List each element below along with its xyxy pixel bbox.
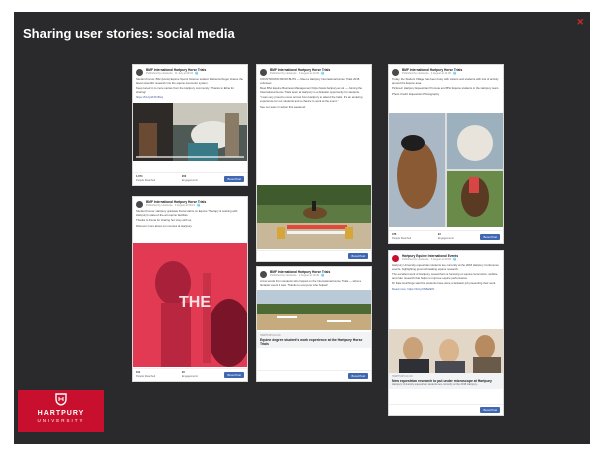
- video-thumbnail: [133, 102, 247, 161]
- post-meta: Published by Hootsuite · 3 August at 09:…: [146, 204, 201, 207]
- post-footer: Boost Post: [257, 370, 371, 381]
- post-meta: Published by Hootsuite · 2 August at 10:…: [270, 274, 325, 277]
- logo-name: HARTPURY: [37, 410, 85, 417]
- boost-post-button[interactable]: Boost Post: [224, 372, 244, 378]
- post-video[interactable]: [133, 102, 247, 161]
- engagement-label: Engagements: [181, 179, 198, 182]
- page-avatar[interactable]: [260, 68, 267, 76]
- post-text: Student Focus: Hartpury graduate Fiona H…: [136, 209, 238, 217]
- post-text-2: Meet BSc Equine Business Management http…: [260, 86, 363, 94]
- post-header: BMF International Hartpury Horse Trials …: [257, 267, 371, 279]
- page-avatar[interactable]: [136, 68, 143, 76]
- post-text: Hartpury University equestrian students …: [392, 263, 499, 271]
- facebook-post-6[interactable]: Hartpury Equine International Events Pub…: [388, 250, 504, 416]
- post-footer: 376 People Reached 94 Engagements Boost …: [389, 230, 503, 243]
- post-photo-arena[interactable]: [257, 290, 371, 331]
- post-header: BMF International Hartpury Horse Trials …: [133, 197, 247, 209]
- engagement-label: Engagements: [437, 237, 454, 240]
- facebook-post-2[interactable]: BMF International Hartpury Horse Trials …: [256, 64, 372, 262]
- reach-stat: 1,074 People Reached: [136, 175, 155, 183]
- post-text-3: "I was very proud to come across from Ha…: [260, 95, 363, 103]
- reach-label: People Reached: [392, 237, 412, 240]
- boost-post-button[interactable]: Boost Post: [480, 407, 500, 413]
- post-header: BMF International Hartpury Horse Trials …: [389, 65, 503, 77]
- post-meta: Published by Hootsuite · 4 August at 11:…: [402, 72, 457, 75]
- engagement-label: Engagements: [181, 375, 198, 378]
- post-footer: 1,074 People Reached 200 Engagements Boo…: [133, 172, 247, 185]
- post-meta: Published by Hootsuite · 6 August at 09:…: [402, 258, 457, 261]
- engagement-stat: 200 Engagements: [182, 175, 198, 183]
- showjumping-image: [257, 185, 371, 249]
- post-photo-students[interactable]: [389, 329, 503, 375]
- post-footer: Boost Post: [389, 404, 503, 415]
- students-image: [389, 329, 503, 375]
- video-overlay-text: THE: [179, 294, 211, 311]
- reach-stat: 101 People Reached: [136, 371, 155, 379]
- post-text: A few words from students who helped on …: [260, 279, 361, 287]
- post-text-2: The excellent work of Hartpury researche…: [392, 272, 498, 280]
- post-text: COUNTDOWN FROM BHTS — Meet a Hartpury In…: [260, 77, 360, 85]
- link-description: Hartpury University equestrian students …: [392, 383, 479, 386]
- facebook-post-4[interactable]: BMF International Hartpury Horse Trials …: [132, 196, 248, 382]
- post-header: BMF International Hartpury Horse Trials …: [133, 65, 247, 77]
- hartpury-logo: HARTPURY UNIVERSITY: [18, 390, 104, 432]
- boost-post-button[interactable]: Boost Post: [224, 176, 244, 182]
- post-meta: Published by Hootsuite · 3 August at 14:…: [270, 72, 325, 75]
- engagement-stat: 23 Engagements: [182, 371, 198, 379]
- post-meta: Published by Hootsuite · 11 July at 09:0…: [146, 72, 199, 75]
- video-progress-bar[interactable]: [136, 155, 244, 158]
- post-header: Hartpury Equine International Events Pub…: [389, 251, 503, 263]
- post-text: Student Focus: BSc (Hons) Equine Sports …: [136, 77, 243, 85]
- post-footer: 101 People Reached 23 Engagements Boost …: [133, 368, 247, 381]
- page-avatar[interactable]: [260, 270, 267, 278]
- post-photo-showjumping[interactable]: [257, 185, 371, 249]
- shield-icon: [18, 393, 104, 410]
- post-link[interactable]: https://bit.ly/2NXv8Gq: [133, 95, 247, 101]
- presentation-slide: Sharing user stories: social media ✕ BMF…: [14, 12, 590, 444]
- slide-title: Sharing user stories: social media: [23, 26, 235, 41]
- reach-label: People Reached: [136, 375, 156, 378]
- boost-post-button[interactable]: Boost Post: [348, 253, 368, 259]
- page-avatar[interactable]: [136, 200, 143, 208]
- reach-stat: 376 People Reached: [392, 233, 411, 241]
- link-preview-card[interactable]: HARTPURY.AC.UK New equestrian research t…: [389, 373, 503, 389]
- post-footer: Boost Post: [257, 250, 371, 261]
- logo-subtitle: UNIVERSITY: [37, 418, 85, 423]
- post-text: Today, the Student Village has been busy…: [392, 77, 499, 85]
- post-text-2: Keep tuned in to more stories from the H…: [136, 86, 234, 94]
- post-header: BMF International Hartpury Horse Trials …: [257, 65, 371, 77]
- facebook-post-5[interactable]: BMF International Hartpury Horse Trials …: [256, 266, 372, 382]
- close-icon[interactable]: ✕: [576, 17, 584, 28]
- post-text-3: Photo Credit: Equestrian Photography: [392, 91, 440, 96]
- page-avatar[interactable]: [392, 68, 399, 76]
- link-title[interactable]: Equine degree student's work experience …: [260, 338, 368, 346]
- reach-label: People Reached: [136, 179, 156, 182]
- facebook-post-1[interactable]: BMF International Hartpury Horse Trials …: [132, 64, 248, 186]
- read-more-link[interactable]: Read more: https://bit.ly/2N8ahRF: [389, 287, 503, 293]
- shield-icon-svg: [55, 393, 67, 406]
- post-video-red[interactable]: THE: [133, 243, 247, 367]
- post-text-4: See our team in action this weekend.: [260, 104, 306, 109]
- horse-collage-image: [389, 113, 503, 227]
- arena-image: [257, 290, 371, 331]
- post-photo-collage[interactable]: [389, 113, 503, 227]
- post-text-3: Discover more about our courses at Hartp…: [136, 223, 193, 228]
- boost-post-button[interactable]: Boost Post: [480, 234, 500, 240]
- link-preview-card[interactable]: HARTPURY.AC.UK Equine degree student's w…: [257, 332, 371, 349]
- boost-post-button[interactable]: Boost Post: [348, 373, 368, 379]
- facebook-post-3[interactable]: BMF International Hartpury Horse Trials …: [388, 64, 504, 244]
- page-avatar[interactable]: [392, 254, 399, 262]
- engagement-stat: 94 Engagements: [438, 233, 454, 241]
